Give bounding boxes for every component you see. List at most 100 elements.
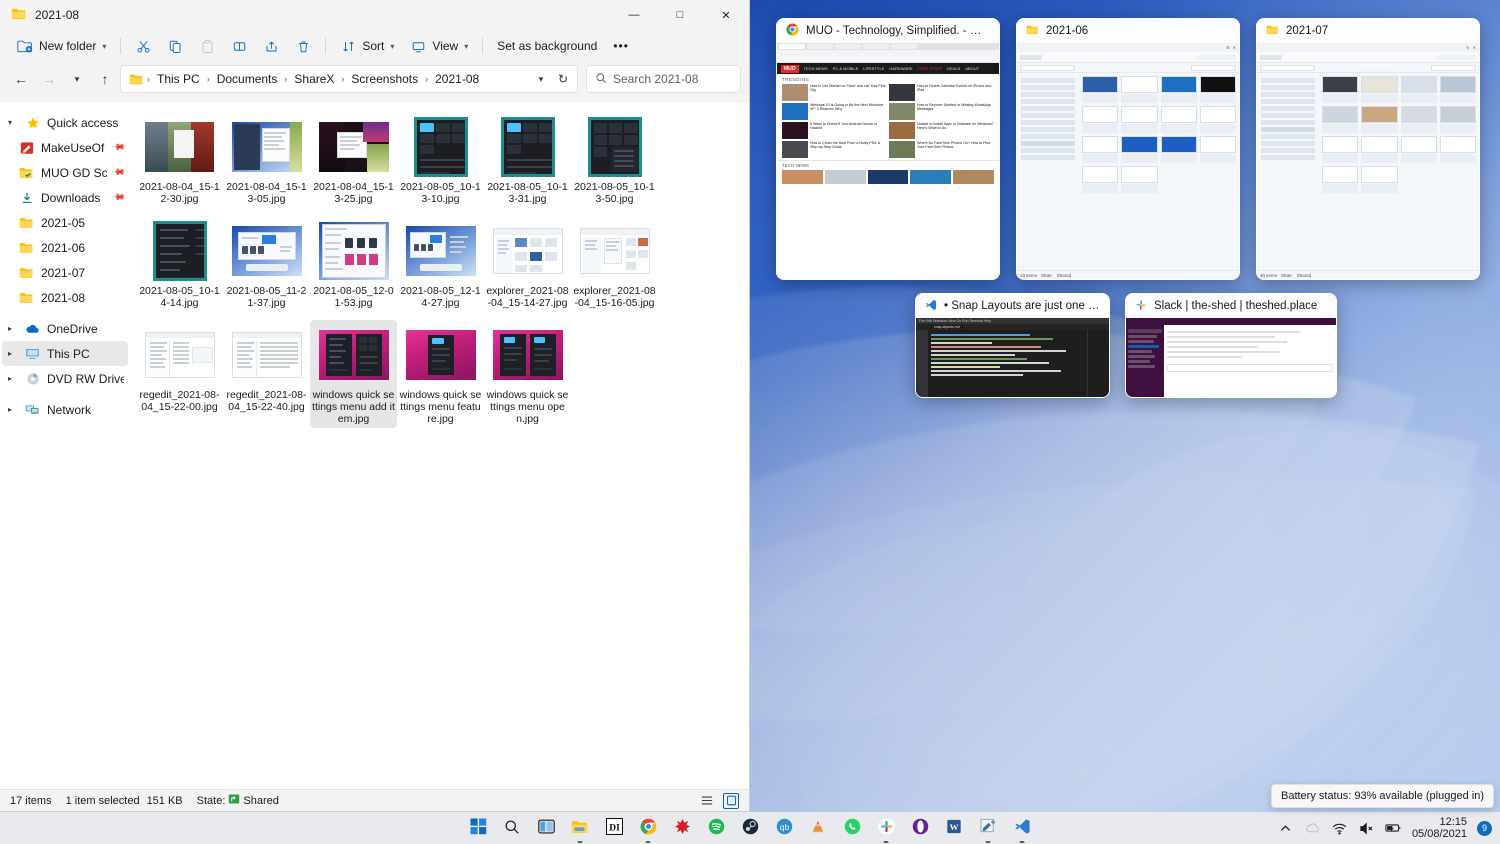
file-item-selected[interactable]: windows quick settings menu add item.jpg — [310, 320, 397, 428]
task-view-card-slack[interactable]: Slack | the-shed | theshed.place — [1125, 293, 1337, 398]
breadcrumb-item-documents[interactable]: Documents — [213, 70, 282, 88]
file-item[interactable]: windows quick settings menu open.jpg — [484, 320, 571, 428]
folder-icon — [129, 73, 144, 85]
file-item[interactable]: 2021-08-04_15-13-05.jpg — [223, 112, 310, 208]
sidebar-item-makeuseof[interactable]: MakeUseOf 📌 — [2, 135, 128, 160]
close-button[interactable]: ✕ — [703, 0, 749, 30]
breadcrumb[interactable]: › This PC › Documents › ShareX › Screens… — [120, 65, 578, 93]
breadcrumb-item-this-pc[interactable]: This PC — [153, 70, 204, 88]
file-item[interactable]: explorer_2021-08-04_15-16-05.jpg — [571, 216, 658, 312]
file-explorer-button[interactable] — [569, 817, 591, 843]
sidebar-item-2021-05[interactable]: 2021-05 — [2, 210, 128, 235]
file-item[interactable]: 2021-08-05_11-21-37.jpg — [223, 216, 310, 312]
vscode-button[interactable] — [1011, 817, 1033, 843]
file-item[interactable]: 2021-08-04_15-13-25.jpg — [310, 112, 397, 208]
task-view-card-vscode[interactable]: • Snap Layouts are just one of... File E… — [915, 293, 1110, 398]
sidebar-item-2021-06[interactable]: 2021-06 — [2, 235, 128, 260]
file-item[interactable]: regedit_2021-08-04_15-22-00.jpg — [136, 320, 223, 428]
task-view-card-browser[interactable]: MUO - Technology, Simplified. - Goog... … — [776, 18, 1000, 280]
delete-button[interactable] — [288, 33, 318, 59]
article-title: Unable to Install Apps or Software on Wi… — [917, 122, 994, 131]
qbittorrent-button[interactable]: qb — [773, 817, 795, 839]
file-item[interactable]: explorer_2021-08-04_15-14-27.jpg — [484, 216, 571, 312]
slack-button[interactable] — [875, 817, 897, 843]
breadcrumb-dropdown-button[interactable]: ▾ — [531, 68, 551, 90]
pin-icon[interactable]: 📌 — [111, 165, 126, 181]
sidebar-item-this-pc[interactable]: ▸ This PC — [2, 341, 128, 366]
large-icons-view-button[interactable] — [723, 792, 739, 809]
pin-icon[interactable]: 📌 — [111, 140, 126, 156]
file-item[interactable]: 2021-08-04_15-12-30.jpg — [136, 112, 223, 208]
system-tray: 12:15 05/08/2021 9 — [1277, 816, 1492, 840]
breadcrumb-item-current[interactable]: 2021-08 — [431, 70, 483, 88]
cloud-icon[interactable] — [1304, 820, 1321, 837]
whatsapp-button[interactable] — [841, 817, 863, 839]
vlc-button[interactable] — [807, 817, 829, 839]
up-button[interactable]: ↑ — [92, 66, 118, 92]
file-list-view[interactable]: 2021-08-04_15-12-30.jpg 2021-08-04_15-13… — [130, 102, 749, 789]
forward-button[interactable]: → — [36, 66, 62, 92]
set-as-background-button[interactable]: Set as background — [490, 33, 604, 59]
chevron-right-icon[interactable]: ▸ — [2, 374, 18, 383]
sidebar-item-downloads[interactable]: Downloads 📌 — [2, 185, 128, 210]
share-button[interactable] — [256, 33, 286, 59]
krita-button[interactable] — [671, 817, 693, 839]
maximize-button[interactable]: □ — [657, 0, 703, 30]
volume-muted-icon[interactable] — [1358, 820, 1375, 837]
rename-button[interactable] — [224, 33, 254, 59]
file-item[interactable]: 2021-08-05_10-13-50.jpg — [571, 112, 658, 208]
chevron-right-icon[interactable]: ▸ — [2, 349, 18, 358]
search-input[interactable]: Search 2021-08 — [586, 65, 741, 93]
chrome-button[interactable] — [637, 817, 659, 843]
sidebar-item-onedrive[interactable]: ▸ OneDrive — [2, 316, 128, 341]
recent-locations-button[interactable]: ▾ — [64, 66, 90, 92]
sharex-button[interactable] — [977, 817, 999, 843]
search-button[interactable] — [501, 817, 523, 839]
task-view-card-explorer-2021-07[interactable]: 2021-07 ↻ ✕ 40 items State: Shared — [1256, 18, 1480, 280]
file-item[interactable]: 2021-08-05_10-13-31.jpg — [484, 112, 571, 208]
chevron-down-icon[interactable]: ▾ — [2, 118, 18, 127]
pin-icon[interactable]: 📌 — [111, 190, 126, 206]
clock[interactable]: 12:15 05/08/2021 — [1412, 816, 1467, 840]
task-view-button[interactable] — [535, 817, 557, 839]
wifi-icon[interactable] — [1331, 820, 1348, 837]
details-view-button[interactable] — [699, 793, 715, 809]
opera-button[interactable] — [909, 817, 931, 839]
sidebar-item-2021-08[interactable]: 2021-08 — [2, 285, 128, 310]
paste-button[interactable] — [192, 33, 222, 59]
word-button[interactable]: W — [943, 817, 965, 839]
notification-badge[interactable]: 9 — [1477, 820, 1492, 836]
battery-charging-icon[interactable] — [1385, 820, 1402, 837]
file-item[interactable]: 2021-08-05_10-13-10.jpg — [397, 112, 484, 208]
file-item[interactable]: regedit_2021-08-04_15-22-40.jpg — [223, 320, 310, 428]
sidebar-item-muo-gd-screen[interactable]: MUO GD Screen 📌 — [2, 160, 128, 185]
chevron-right-icon[interactable]: ▸ — [2, 324, 18, 333]
minimize-button[interactable]: — — [611, 0, 657, 30]
sidebar-item-2021-07[interactable]: 2021-07 — [2, 260, 128, 285]
spotify-button[interactable] — [705, 817, 727, 839]
file-item[interactable]: 2021-08-05_10-14-14.jpg — [136, 216, 223, 312]
more-options-button[interactable]: ••• — [606, 33, 636, 59]
sidebar-item-network[interactable]: ▸ Network — [2, 397, 128, 422]
new-folder-button[interactable]: New folder ▾ — [10, 33, 113, 59]
cut-button[interactable] — [128, 33, 158, 59]
back-button[interactable]: ← — [8, 66, 34, 92]
file-item[interactable]: 2021-08-05_12-14-27.jpg — [397, 216, 484, 312]
file-item[interactable]: windows quick settings menu feature.jpg — [397, 320, 484, 428]
task-view-card-explorer-2021-06[interactable]: 2021-06 ☰ ✕ 33 items State: Shared — [1016, 18, 1240, 280]
chevron-right-icon[interactable]: ▸ — [2, 405, 18, 414]
dictionary-button[interactable]: DI — [603, 817, 625, 839]
breadcrumb-item-screenshots[interactable]: Screenshots — [347, 70, 422, 88]
start-button[interactable] — [467, 817, 489, 839]
sidebar-item-dvd-rw-drive[interactable]: ▸ DVD RW Drive (D:) A — [2, 366, 128, 391]
copy-button[interactable] — [160, 33, 190, 59]
sort-button[interactable]: Sort ▾ — [333, 33, 401, 59]
breadcrumb-item-sharex[interactable]: ShareX — [290, 70, 338, 88]
steam-button[interactable] — [739, 817, 761, 839]
view-button[interactable]: View ▾ — [403, 33, 475, 59]
chevron-up-icon[interactable] — [1277, 820, 1294, 837]
sort-icon — [340, 38, 356, 54]
file-item[interactable]: 2021-08-05_12-01-53.jpg — [310, 216, 397, 312]
sidebar-item-quick-access[interactable]: ▾ Quick access — [2, 110, 128, 135]
refresh-button[interactable]: ↻ — [553, 68, 573, 90]
